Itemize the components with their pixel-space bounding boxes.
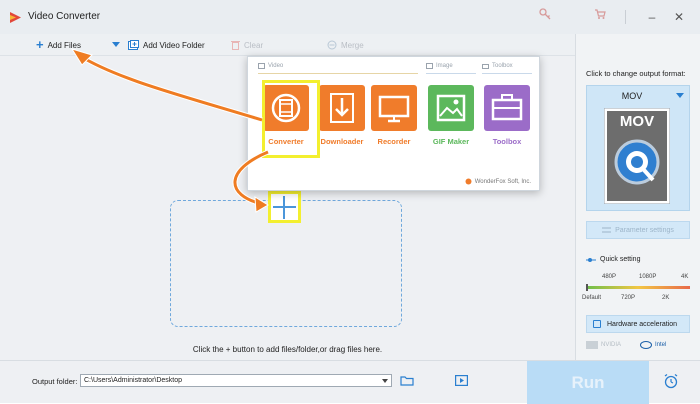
scale-2k: 2K bbox=[662, 295, 670, 301]
tile-downloader-label: Downloader bbox=[320, 137, 364, 146]
alarm-clock-icon[interactable] bbox=[663, 373, 679, 389]
trash-icon bbox=[231, 41, 240, 50]
tile-recorder-label: Recorder bbox=[377, 137, 411, 146]
app-title: Video Converter bbox=[28, 11, 101, 22]
scale-720p: 720P bbox=[621, 295, 636, 301]
bottom-bar: Output folder: C:\Users\Administrator\De… bbox=[0, 360, 700, 404]
quality-thumb[interactable] bbox=[586, 284, 588, 291]
quality-track bbox=[586, 286, 690, 289]
section-video-line bbox=[258, 73, 418, 74]
slider-icon bbox=[586, 257, 596, 262]
image-section-icon bbox=[426, 63, 433, 69]
cart-icon[interactable] bbox=[590, 8, 610, 26]
output-folder-path: C:\Users\Administrator\Desktop bbox=[84, 377, 183, 384]
tile-gif-maker[interactable]: GIF Maker bbox=[428, 85, 474, 171]
add-files-label: Add Files bbox=[47, 40, 81, 50]
hardware-acceleration-label: Hardware acceleration bbox=[607, 320, 678, 328]
output-folder-label: Output folder: bbox=[32, 377, 78, 386]
parameter-settings-label: Parameter settings bbox=[615, 226, 674, 234]
add-files-button[interactable]: + Add Files bbox=[36, 38, 81, 52]
chevron-down-icon bbox=[112, 42, 120, 47]
section-video-label: Video bbox=[268, 63, 284, 69]
toolbox-tile-box bbox=[484, 85, 530, 131]
merge-button[interactable]: Merge bbox=[327, 38, 364, 52]
section-image-label: Image bbox=[436, 63, 453, 69]
tile-toolbox[interactable]: Toolbox bbox=[484, 85, 530, 171]
toolbox-icon bbox=[491, 94, 523, 121]
minimize-button[interactable]: – bbox=[642, 8, 662, 26]
section-video: Video bbox=[258, 63, 283, 69]
tile-gif-maker-label: GIF Maker bbox=[432, 137, 470, 146]
hardware-acceleration-button[interactable]: Hardware acceleration bbox=[586, 315, 690, 333]
tile-toolbox-label: Toolbox bbox=[492, 137, 522, 146]
plus-icon-v bbox=[283, 196, 285, 219]
drop-hint: Click the + button to add files/folder,o… bbox=[192, 345, 383, 354]
mov-format-icon: MOV bbox=[604, 108, 670, 204]
folder-add-icon bbox=[128, 40, 139, 50]
section-image: Image bbox=[426, 63, 453, 69]
toolbox-section-icon bbox=[482, 64, 489, 69]
scale-default: Default bbox=[582, 295, 602, 301]
chip-icon bbox=[593, 320, 601, 328]
tile-recorder[interactable]: Recorder bbox=[371, 85, 417, 171]
key-icon[interactable] bbox=[535, 8, 555, 26]
monitor-icon bbox=[378, 95, 410, 123]
brand: WonderFox Soft, Inc. bbox=[465, 178, 531, 185]
wonderfox-logo-icon bbox=[465, 178, 472, 185]
chevron-down-icon[interactable] bbox=[382, 379, 388, 383]
mov-logo-text: MOV bbox=[620, 113, 654, 130]
toolbar: + Add Files Add Video Folder Clear Merge bbox=[0, 34, 575, 56]
scale-4k: 4K bbox=[681, 274, 689, 280]
section-image-line bbox=[426, 73, 476, 74]
merge-icon bbox=[327, 40, 337, 50]
clear-button[interactable]: Clear bbox=[231, 38, 263, 52]
recorder-tile-box bbox=[371, 85, 417, 131]
section-toolbox: Toolbox bbox=[482, 63, 513, 69]
parameter-settings-button[interactable]: Parameter settings bbox=[586, 221, 690, 239]
downloader-tile-box bbox=[319, 85, 365, 131]
title-bar: Video Converter – ✕ bbox=[0, 0, 700, 34]
output-folder-field[interactable]: C:\Users\Administrator\Desktop bbox=[80, 374, 392, 387]
nvidia-label: NVIDIA bbox=[601, 342, 622, 348]
tile-downloader[interactable]: Downloader bbox=[319, 85, 365, 171]
close-button[interactable]: ✕ bbox=[669, 8, 689, 26]
folder-icon[interactable] bbox=[400, 375, 414, 386]
quality-slider[interactable]: 480P 1080P 4K Default 720P 2K bbox=[582, 274, 696, 314]
add-file-plus-button[interactable] bbox=[268, 191, 301, 223]
open-output-icon[interactable] bbox=[455, 375, 468, 386]
merge-label: Merge bbox=[341, 40, 364, 50]
intel-label: Intel bbox=[655, 342, 667, 348]
plus-icon: + bbox=[36, 37, 44, 52]
output-format-selector[interactable]: MOV MOV bbox=[586, 85, 690, 211]
add-video-folder-label: Add Video Folder bbox=[143, 40, 205, 50]
sliders-icon bbox=[602, 227, 612, 233]
quick-setting-label: Quick setting bbox=[600, 256, 641, 263]
output-format-caption: Click to change output format: bbox=[586, 69, 686, 78]
clear-label: Clear bbox=[244, 40, 264, 50]
app-logo-icon bbox=[10, 12, 21, 23]
add-video-folder-button[interactable]: Add Video Folder bbox=[128, 38, 205, 52]
image-icon bbox=[436, 94, 466, 122]
output-panel: Click to change output format: MOV MOV P… bbox=[575, 34, 700, 360]
intel-logo-icon bbox=[640, 341, 652, 349]
nvidia-option[interactable]: NVIDIA bbox=[586, 338, 634, 352]
nvidia-logo-icon bbox=[586, 341, 598, 349]
output-format-name: MOV bbox=[621, 91, 643, 101]
quick-setting: Quick setting bbox=[586, 256, 640, 263]
chevron-down-icon bbox=[676, 93, 684, 98]
titlebar-divider bbox=[625, 10, 626, 24]
section-toolbox-line bbox=[482, 73, 532, 74]
scale-1080p: 1080P bbox=[639, 274, 657, 280]
run-button[interactable]: Run bbox=[527, 361, 649, 404]
brand-label: WonderFox Soft, Inc. bbox=[474, 178, 531, 185]
add-files-dropdown[interactable] bbox=[112, 38, 120, 52]
scale-480p: 480P bbox=[602, 274, 617, 280]
intel-option[interactable]: Intel bbox=[640, 338, 688, 352]
gif-maker-tile-box bbox=[428, 85, 474, 131]
download-icon bbox=[330, 93, 354, 123]
converter-highlight-frame bbox=[262, 80, 320, 158]
section-toolbox-label: Toolbox bbox=[492, 63, 513, 69]
video-section-icon bbox=[258, 63, 265, 69]
